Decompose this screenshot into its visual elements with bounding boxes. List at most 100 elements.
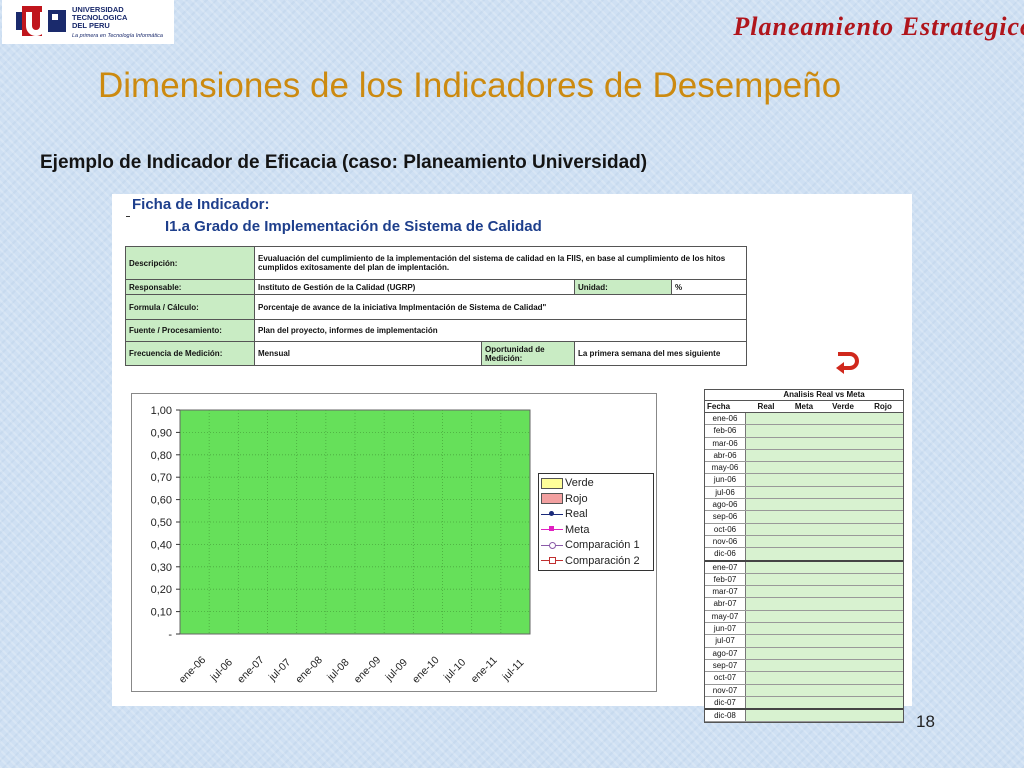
analysis-date-cell: abr-06 [705,449,746,462]
x-tick-label: jul-11 [500,657,527,684]
divider [126,216,130,217]
analysis-date-cell: sep-07 [705,659,746,672]
x-tick-label: jul-08 [324,656,351,683]
analysis-row: ene-06 [705,413,903,426]
analysis-row: dic-08 [705,710,903,723]
analysis-header-cell: Real [757,402,775,411]
analysis-date-cell: oct-07 [705,672,746,684]
legend-label: Rojo [565,492,588,505]
analysis-date-cell: jul-07 [705,635,746,647]
legend-label: Comparación 1 [565,539,640,551]
analysis-row: feb-06 [705,425,903,438]
legend-symbol [541,509,563,520]
analysis-row: sep-07 [705,659,903,673]
legend-label: Comparación 2 [565,554,640,567]
analysis-row: ago-07 [705,647,903,660]
legend-label: Real [565,508,588,520]
logo-line3: DEL PERU [72,21,110,30]
analysis-date-cell: ene-07 [705,561,746,573]
analysis-row: jun-06 [705,474,903,487]
legend-item: Real [541,507,588,521]
analysis-date-cell: dic-08 [705,710,746,722]
analysis-date-cell: nov-07 [705,684,746,696]
x-tick-label: ene-09 [352,654,384,686]
analysis-date-cell: jun-06 [705,474,746,486]
responsable-value: Instituto de Gestión de la Calidad (UGRP… [254,279,575,295]
x-tick-label: ene-07 [235,654,267,686]
x-tick-label: ene-10 [410,654,442,686]
y-tick-label: 0,70 [151,472,172,484]
y-tick-label: 0,40 [151,539,172,551]
analysis-date-cell: nov-06 [705,535,746,548]
legend-label: Verde [565,477,594,489]
x-tick-label: ene-06 [177,654,209,686]
analysis-date-cell: sep-06 [705,511,746,523]
analysis-date-cell: may-06 [705,462,746,474]
analysis-row: jul-07 [705,635,903,648]
oportunidad-value: La primera semana del mes siguiente [574,341,747,366]
analysis-date-cell: dic-07 [705,696,746,709]
y-tick-label: 0,10 [151,607,172,619]
legend-item: Comparación 1 [541,538,640,552]
responsable-label: Responsable: [125,279,255,295]
formula-label: Formula / Cálculo: [125,294,255,320]
fuente-label: Fuente / Procesamiento: [125,319,255,342]
analysis-row: mar-06 [705,437,903,450]
page-number: 18 [916,712,935,731]
analysis-date-cell: may-07 [705,610,746,623]
unidad-label: Unidad: [574,279,672,295]
y-tick-label: 0,90 [151,427,172,439]
analysis-row: abr-06 [705,449,903,463]
legend-symbol [541,540,563,551]
analysis-table-header: Fecha Real Meta Verde Rojo [705,401,903,413]
analysis-row: nov-07 [705,684,903,697]
logo-tagline: La primera en Tecnología Informática [72,33,163,39]
slide-subtitle: Ejemplo de Indicador de Eficacia (caso: … [40,152,648,173]
analysis-header-cell: Verde [832,402,854,411]
analysis-row: feb-07 [705,573,903,587]
return-arrow-icon[interactable] [834,350,860,376]
unidad-value: % [671,279,747,295]
legend-item: Meta [541,523,589,537]
legend-item: Rojo [541,492,588,506]
analysis-date-cell: dic-06 [705,548,746,560]
formula-value: Porcentaje de avance de la iniciativa Im… [254,294,747,320]
analysis-table-body: ene-06 feb-06 mar-06 abr-06 may-06 jun-06 jul-… [705,413,903,723]
analysis-row: dic-06 [705,548,903,562]
legend-symbol [541,477,563,489]
analysis-table: Analisis Real vs Meta Fecha Real Meta Verde… [704,389,904,724]
analysis-row: sep-06 [705,511,903,524]
legend-item: Verde [541,476,594,490]
analysis-row: nov-06 [705,535,903,549]
y-tick-label: 0,80 [151,450,172,462]
analysis-header-cell: Meta [794,402,814,411]
y-tick-label: 0,30 [151,562,172,574]
legend-item: Comparación 2 [541,554,640,568]
y-tick-label: 0,60 [151,495,172,507]
indicator-info-table: Descripción: Evualuación del cumplimient… [125,246,747,366]
frecuencia-value: Mensual [254,341,482,366]
x-tick-label: jul-09 [383,656,410,683]
analysis-header-cell: Fecha [707,402,731,411]
header-title: Planeamiento Estrategico [733,12,1024,41]
x-tick-label: ene-11 [469,654,500,685]
y-tick-label: 0,20 [151,584,172,596]
analysis-date-cell: feb-06 [705,425,746,437]
analysis-row: ago-06 [705,499,903,512]
analysis-date-cell: mar-06 [705,437,746,449]
utp-logo-icon [16,6,66,36]
analysis-row: mar-07 [705,586,903,599]
analysis-date-cell: ene-06 [705,413,746,425]
x-tick-label: jul-10 [441,656,468,683]
analysis-date-cell: ago-07 [705,647,746,659]
analysis-row: oct-06 [705,523,903,536]
analysis-date-cell: jul-06 [705,486,746,499]
analysis-row: jul-06 [705,486,903,500]
analysis-date-cell: abr-07 [705,598,746,610]
x-tick-label: jul-07 [266,656,293,683]
analysis-row: may-06 [705,462,903,475]
analysis-date-cell: ago-06 [705,499,746,511]
analysis-date-cell: feb-07 [705,573,746,586]
analysis-row: dic-07 [705,696,903,711]
chart-legend: Verde Rojo Real Meta Comparación 1 Comparació… [538,473,654,571]
